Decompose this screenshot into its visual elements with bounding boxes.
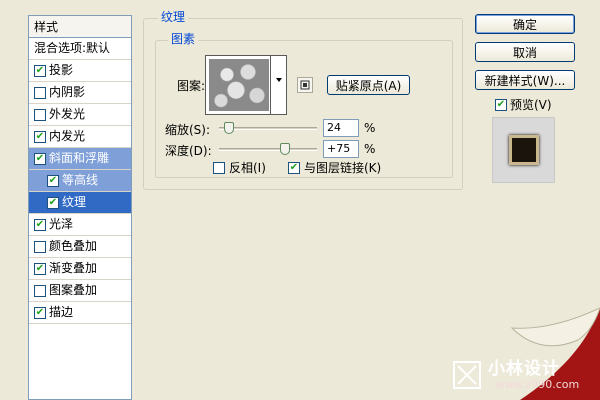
checkbox[interactable]: ✔	[34, 64, 46, 77]
texture-group-title: 纹理	[158, 10, 189, 24]
preview-checkbox[interactable]: ✔	[495, 98, 507, 111]
style-label: 图案叠加	[49, 283, 98, 297]
watermark-url: www.z990.com	[496, 378, 580, 391]
checkbox[interactable]	[34, 284, 46, 297]
invert-label: 反相(I)	[229, 161, 266, 175]
style-label: 内发光	[49, 129, 86, 143]
style-texture[interactable]: ✔ 纹理	[29, 192, 131, 214]
new-style-button[interactable]: 新建样式(W)...	[475, 70, 575, 90]
style-preview	[492, 117, 555, 183]
watermark-brand: 小林设计	[488, 359, 560, 379]
checkbox[interactable]	[34, 240, 46, 253]
checkbox[interactable]: ✔	[34, 218, 46, 231]
new-preset-icon[interactable]	[297, 77, 313, 93]
link-with-layer-checkbox[interactable]: ✔	[288, 161, 300, 174]
scale-unit: %	[364, 121, 376, 135]
style-contour[interactable]: ✔ 等高线	[29, 170, 131, 192]
style-outer-glow[interactable]: 外发光	[29, 104, 131, 126]
link-with-layer-label: 与图层链接(K)	[304, 161, 382, 175]
checkbox[interactable]	[34, 86, 46, 99]
style-blending-options[interactable]: 混合选项:默认	[29, 38, 131, 60]
checkbox[interactable]: ✔	[34, 306, 46, 319]
depth-label: 深度(D):	[165, 144, 212, 158]
pattern-picker[interactable]	[205, 55, 287, 115]
checkbox[interactable]	[34, 108, 46, 121]
preview-swatch	[508, 135, 539, 165]
style-pattern-overlay[interactable]: 图案叠加	[29, 280, 131, 302]
scale-label: 缩放(S):	[165, 123, 211, 137]
scale-slider-thumb[interactable]	[224, 122, 234, 134]
style-label: 颜色叠加	[49, 239, 98, 253]
style-label: 投影	[49, 63, 74, 77]
style-label: 渐变叠加	[49, 261, 98, 275]
checkbox[interactable]: ✔	[34, 152, 46, 165]
styles-header[interactable]: 样式	[29, 16, 131, 38]
styles-list: 样式 混合选项:默认 ✔ 投影 内阴影 外发光 ✔ 内发光 ✔ 斜面和浮雕 ✔ …	[28, 15, 132, 400]
checkbox[interactable]: ✔	[34, 262, 46, 275]
checkbox[interactable]: ✔	[47, 196, 59, 209]
style-color-overlay[interactable]: 颜色叠加	[29, 236, 131, 258]
pattern-swatch	[209, 59, 269, 111]
checkbox[interactable]: ✔	[47, 174, 59, 187]
style-label: 纹理	[62, 195, 87, 209]
watermark: 小林设计 www.z990.com	[400, 300, 600, 400]
style-inner-shadow[interactable]: 内阴影	[29, 82, 131, 104]
depth-slider-track[interactable]	[219, 148, 317, 151]
checkbox[interactable]: ✔	[34, 130, 46, 143]
elements-subgroup-title: 图素	[168, 32, 199, 46]
cancel-button[interactable]: 取消	[475, 42, 575, 62]
link-with-layer-option[interactable]: ✔ 与图层链接(K)	[288, 159, 381, 176]
pattern-dropdown-arrow[interactable]	[270, 56, 286, 114]
style-label: 等高线	[62, 173, 99, 187]
style-satin[interactable]: ✔ 光泽	[29, 214, 131, 236]
depth-unit: %	[364, 142, 376, 156]
style-bevel-emboss[interactable]: ✔ 斜面和浮雕	[29, 148, 131, 170]
style-label: 光泽	[49, 217, 74, 231]
preview-option[interactable]: ✔ 预览(V)	[495, 96, 552, 113]
style-label: 外发光	[49, 107, 86, 121]
style-label: 内阴影	[49, 85, 86, 99]
style-label: 斜面和浮雕	[49, 151, 110, 165]
style-drop-shadow[interactable]: ✔ 投影	[29, 60, 131, 82]
style-label: 混合选项:默认	[34, 41, 111, 55]
preview-label: 预览(V)	[510, 98, 552, 112]
style-gradient-overlay[interactable]: ✔ 渐变叠加	[29, 258, 131, 280]
depth-slider-thumb[interactable]	[280, 143, 290, 155]
invert-option[interactable]: 反相(I)	[213, 159, 266, 176]
pattern-label: 图案:	[177, 79, 206, 93]
style-stroke[interactable]: ✔ 描边	[29, 302, 131, 324]
style-label: 描边	[49, 305, 74, 319]
snap-to-origin-button[interactable]: 贴紧原点(A)	[327, 75, 410, 95]
depth-input[interactable]: +75	[323, 140, 359, 158]
ok-button[interactable]: 确定	[475, 14, 575, 34]
invert-checkbox[interactable]	[213, 161, 225, 174]
style-inner-glow[interactable]: ✔ 内发光	[29, 126, 131, 148]
scale-input[interactable]: 24	[323, 119, 359, 137]
